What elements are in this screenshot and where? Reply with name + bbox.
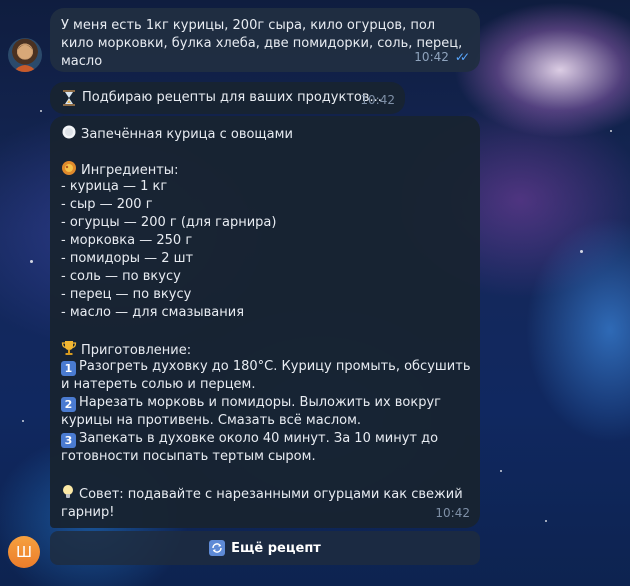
hourglass-icon: [63, 90, 75, 106]
step-text: Разогреть духовку до 180°C. Курицу промы…: [61, 359, 471, 392]
user-message-text: У меня есть 1кг курицы, 200г сыра, кило …: [61, 18, 463, 69]
user-avatar-image: [13, 45, 37, 72]
cooking-step: 3 Запекать в духовке около 40 минут. За 1…: [61, 430, 471, 466]
lightbulb-icon: [63, 485, 73, 498]
ingredients-header: Ингредиенты:: [61, 160, 471, 178]
cooking-step: 2 Нарезать морковь и помидоры. Выложить и…: [61, 394, 471, 430]
ingredient-item: - огурцы — 200 г (для гарнира): [61, 215, 277, 230]
user-message-meta: 10:42 ✓✓: [414, 48, 470, 66]
trophy-icon: [61, 341, 77, 355]
star: [30, 260, 33, 263]
loading-row: Подбираю рецепты для ваших продуктов...: [62, 89, 382, 107]
user-message[interactable]: У меня есть 1кг курицы, 200г сыра, кило …: [50, 8, 480, 72]
bot-loading-message[interactable]: Подбираю рецепты для ваших продуктов... …: [50, 82, 405, 114]
user-avatar[interactable]: [8, 38, 42, 72]
star: [40, 110, 42, 112]
recipe-title-line: Запечённая курица с овощами: [61, 124, 471, 142]
ingredient-item: - курица — 1 кг: [61, 179, 168, 194]
star: [500, 470, 502, 472]
ingredient-item: - соль — по вкусу: [61, 269, 181, 284]
more-recipe-button[interactable]: Ещё рецепт: [50, 531, 480, 565]
recipe-content: Запечённая курица с овощами Ингредиенты:…: [61, 124, 471, 522]
ingredient-item: - помидоры — 2 шт: [61, 251, 194, 266]
step-text: Нарезать морковь и помидоры. Выложить их…: [61, 395, 442, 428]
double-check-icon: ✓✓: [454, 50, 470, 64]
step-number-3: 3: [61, 433, 76, 448]
recipe-time: 10:42: [435, 506, 470, 520]
food-icon: [62, 161, 76, 175]
step-text: Запекать в духовке около 40 минут. За 10…: [61, 431, 439, 464]
loading-text: Подбираю рецепты для ваших продуктов...: [82, 90, 382, 105]
recipe-title: Запечённая курица с овощами: [81, 127, 293, 142]
user-message-time: 10:42: [414, 50, 449, 64]
ingredient-item: - перец — по вкусу: [61, 287, 192, 302]
ingredient-item: - сыр — 200 г: [61, 197, 153, 212]
star: [22, 420, 24, 422]
tip-text: Совет: подавайте с нарезанными огурцами …: [61, 487, 463, 520]
cooking-label: Приготовление:: [81, 343, 192, 358]
more-recipe-label: Ещё рецепт: [231, 540, 321, 556]
star: [610, 130, 612, 132]
tip-line: Совет: подавайте с нарезанными огурцами …: [61, 484, 471, 522]
cooking-header: Приготовление:: [61, 340, 471, 358]
ingredients-label: Ингредиенты:: [81, 163, 179, 178]
step-number-1: 1: [61, 361, 76, 376]
bot-avatar[interactable]: Ш: [8, 536, 40, 568]
loading-time: 10:42: [360, 93, 395, 107]
cooking-step: 1 Разогреть духовку до 180°C. Курицу пром…: [61, 358, 471, 394]
ingredient-item: - морковка — 250 г: [61, 233, 193, 248]
star: [545, 520, 547, 522]
refresh-icon: [209, 540, 226, 556]
bot-recipe-message[interactable]: Запечённая курица с овощами Ингредиенты:…: [50, 116, 480, 528]
ingredient-item: - масло — для смазывания: [61, 305, 245, 320]
bot-avatar-letter: Ш: [15, 543, 33, 561]
step-number-2: 2: [61, 397, 76, 412]
plate-icon: [62, 125, 76, 139]
star: [580, 250, 583, 253]
